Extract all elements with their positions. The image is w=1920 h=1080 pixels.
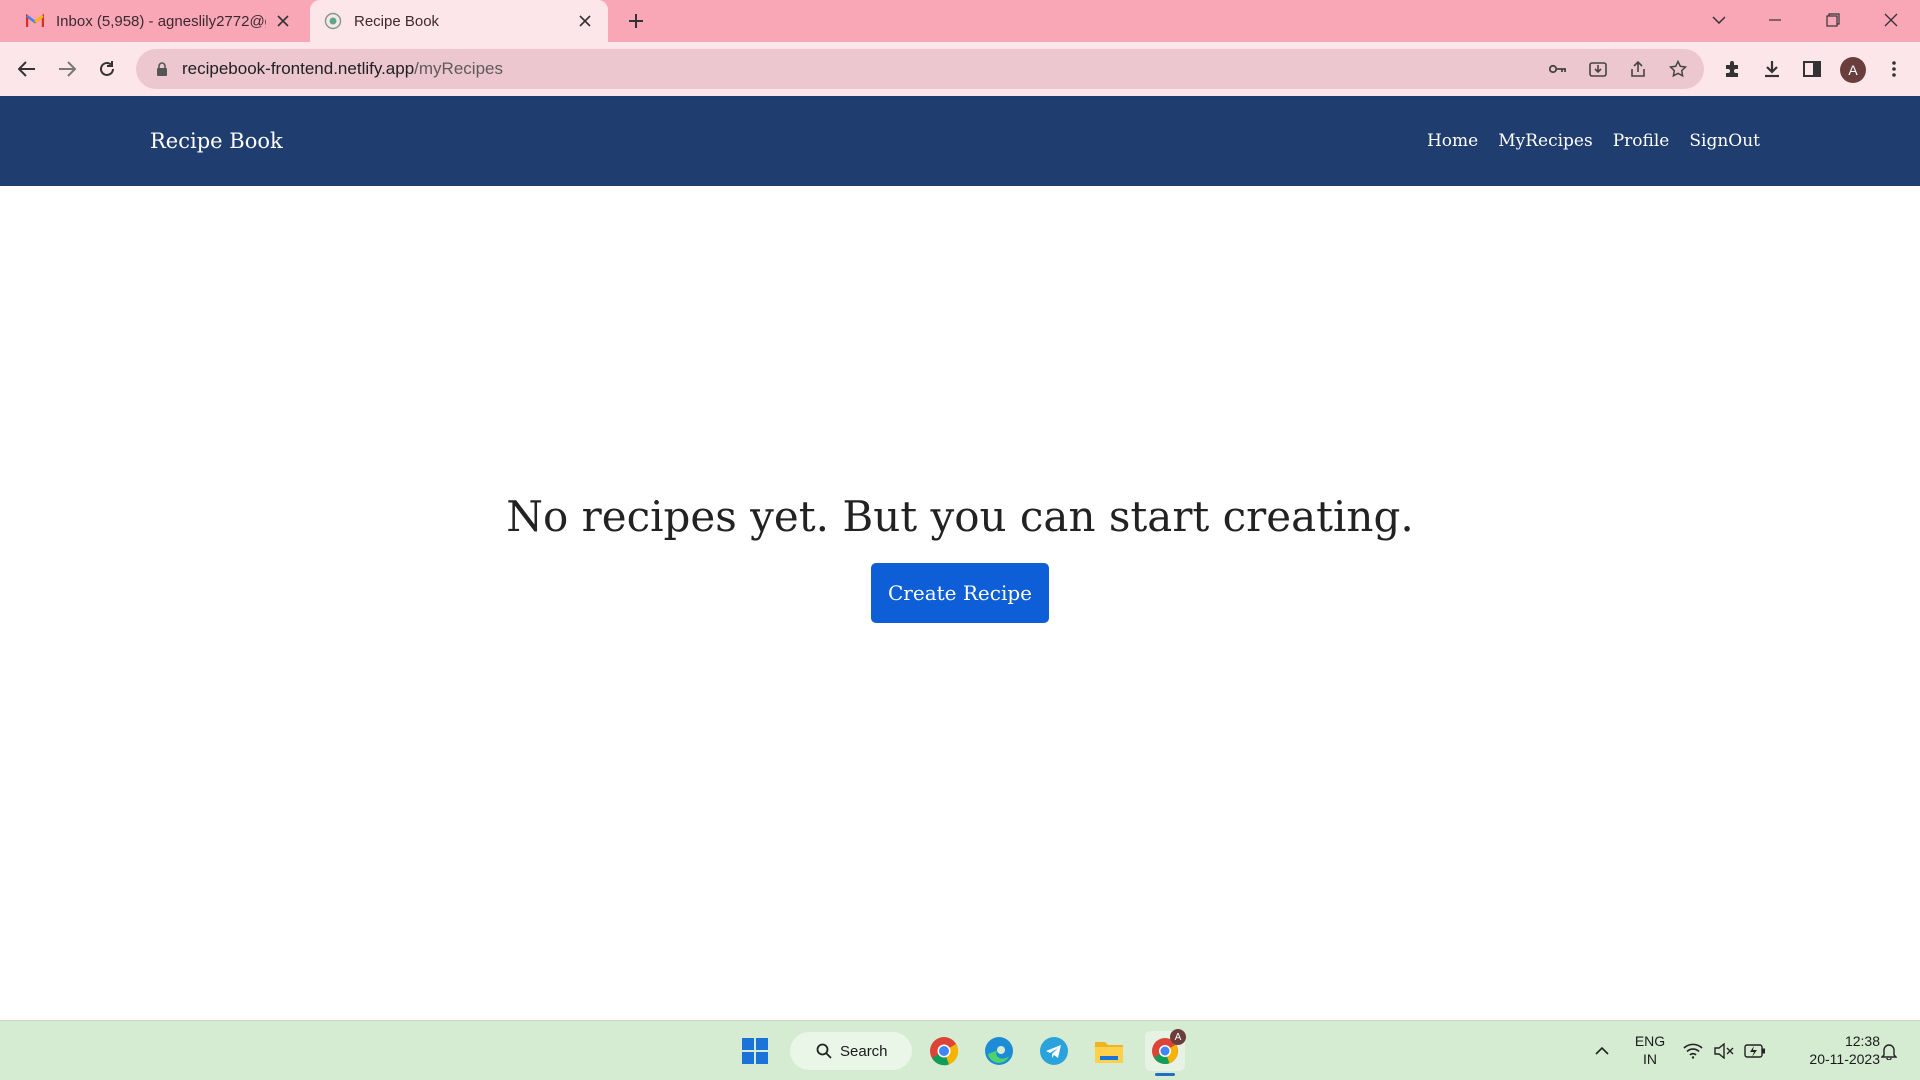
new-tab-button[interactable] — [622, 9, 650, 33]
empty-state-message: No recipes yet. But you can start creati… — [506, 492, 1414, 541]
tab-gmail[interactable]: Inbox (5,958) - agneslily2772@g — [10, 0, 306, 42]
close-icon — [1884, 13, 1898, 27]
chevron-up-icon — [1595, 1047, 1609, 1055]
extensions-button[interactable] — [1716, 53, 1748, 85]
nav-home[interactable]: Home — [1427, 131, 1478, 151]
reload-button[interactable] — [91, 53, 123, 85]
tab-search-dropdown-button[interactable] — [1696, 0, 1742, 40]
site-globe-icon — [324, 12, 342, 30]
arrow-left-icon — [18, 61, 35, 77]
restore-icon — [1826, 13, 1840, 27]
tab-recipe-book[interactable]: Recipe Book — [310, 0, 608, 42]
edge-icon[interactable] — [979, 1031, 1019, 1071]
close-tab-icon[interactable] — [576, 12, 594, 30]
minimize-button[interactable] — [1752, 0, 1798, 40]
nav-myrecipes[interactable]: MyRecipes — [1498, 131, 1593, 151]
wifi-icon[interactable] — [1678, 1031, 1708, 1071]
side-panel-icon — [1803, 61, 1821, 77]
language-label: ENG — [1634, 1033, 1666, 1049]
share-icon[interactable] — [1622, 53, 1654, 85]
chrome-icon[interactable] — [924, 1031, 964, 1071]
plus-icon — [629, 14, 643, 28]
chevron-down-icon — [1712, 16, 1726, 24]
taskbar-search-label: Search — [840, 1042, 888, 1060]
windows-taskbar: Search A ENG IN 12:38 20-11-2023 — [0, 1020, 1920, 1080]
puzzle-icon — [1726, 61, 1738, 77]
region-label: IN — [1643, 1051, 1657, 1067]
site-navbar: Recipe Book Home MyRecipes Profile SignO… — [0, 96, 1920, 186]
kebab-menu-icon — [1892, 61, 1896, 77]
nav-signout[interactable]: SignOut — [1689, 131, 1760, 151]
tab-strip: Inbox (5,958) - agneslily2772@g Recipe B… — [0, 0, 1920, 42]
tab-title: Inbox (5,958) - agneslily2772@g — [56, 12, 266, 30]
lock-icon[interactable] — [142, 62, 182, 76]
taskbar-search[interactable]: Search — [790, 1032, 912, 1070]
volume-muted-icon[interactable] — [1709, 1031, 1739, 1071]
windows-start-icon[interactable] — [735, 1031, 775, 1071]
site-brand[interactable]: Recipe Book — [150, 96, 283, 186]
active-app-indicator — [1155, 1073, 1175, 1076]
key-icon[interactable] — [1542, 53, 1574, 85]
close-tab-icon[interactable] — [274, 12, 292, 30]
gmail-icon — [26, 12, 44, 30]
install-app-icon[interactable] — [1582, 53, 1614, 85]
browser-toolbar: recipebook-frontend.netlify.app/myRecipe… — [0, 42, 1920, 96]
address-bar[interactable]: recipebook-frontend.netlify.app/myRecipe… — [136, 49, 1704, 89]
clock[interactable]: 12:38 20-11-2023 — [1780, 1032, 1880, 1068]
url-domain: recipebook-frontend.netlify.app — [182, 59, 415, 78]
clock-time: 12:38 — [1844, 1033, 1880, 1049]
file-explorer-icon[interactable] — [1089, 1031, 1129, 1071]
bookmark-star-icon[interactable] — [1662, 53, 1694, 85]
restore-button[interactable] — [1810, 0, 1856, 40]
nav-profile[interactable]: Profile — [1613, 131, 1670, 151]
forward-button[interactable] — [51, 53, 83, 85]
browser-menu-button[interactable] — [1878, 53, 1910, 85]
download-icon — [1765, 61, 1779, 78]
profile-avatar[interactable]: A — [1840, 57, 1866, 83]
telegram-icon[interactable] — [1034, 1031, 1074, 1071]
minimize-icon — [1769, 19, 1781, 21]
main-content: No recipes yet. But you can start creati… — [0, 186, 1920, 1020]
show-hidden-icons-button[interactable] — [1582, 1031, 1622, 1071]
chrome-profile-icon[interactable]: A — [1145, 1029, 1186, 1071]
arrow-right-icon — [59, 61, 76, 77]
close-window-button[interactable] — [1868, 0, 1914, 40]
search-icon — [816, 1043, 832, 1059]
battery-charging-icon[interactable] — [1740, 1031, 1770, 1071]
back-button[interactable] — [11, 53, 43, 85]
language-indicator[interactable]: ENG IN — [1628, 1032, 1672, 1068]
chrome-profile-badge: A — [1170, 1029, 1186, 1045]
clock-date: 20-11-2023 — [1809, 1051, 1880, 1067]
downloads-button[interactable] — [1756, 53, 1788, 85]
side-panel-button[interactable] — [1796, 53, 1828, 85]
notification-bell-icon[interactable] — [1874, 1031, 1904, 1071]
nav-links: Home MyRecipes Profile SignOut — [1427, 96, 1760, 186]
create-recipe-button[interactable]: Create Recipe — [871, 563, 1049, 623]
reload-icon — [100, 61, 114, 76]
url-path: /myRecipes — [414, 59, 503, 78]
url-text: recipebook-frontend.netlify.app/myRecipe… — [182, 59, 503, 79]
tab-title: Recipe Book — [354, 12, 440, 30]
